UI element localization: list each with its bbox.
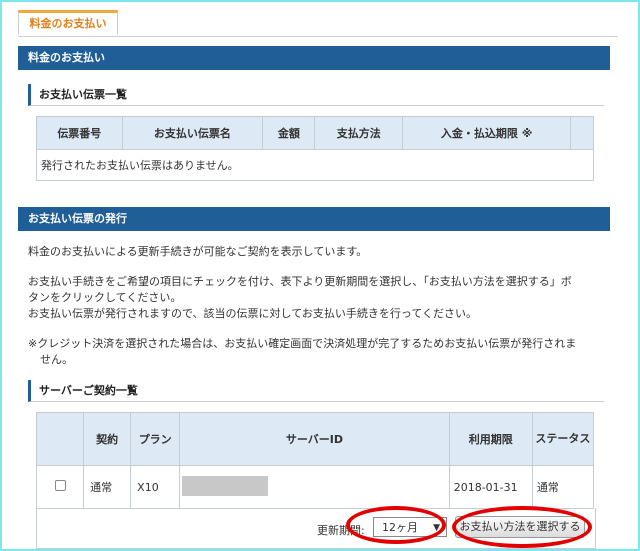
slip-col-amount: 金額 [262, 116, 316, 150]
instruction-line-4: お支払い伝票が発行されますので、該当の伝票に対してお支払い手続きを行ってください… [28, 307, 478, 320]
server-col-check [35, 412, 85, 466]
highlight-ring-period [346, 506, 446, 544]
tab-payment[interactable]: 料金のお支払い [18, 10, 118, 35]
slip-table: 伝票番号 お支払い伝票名 金額 支払方法 入金・払込期限 ※ 発行されたお支払い… [36, 116, 594, 181]
instruction-line-3: タンをクリックしてください。 [28, 291, 182, 304]
server-col-expiry: 利用期限 [448, 412, 533, 466]
server-list-heading: サーバーご契約一覧 [28, 380, 604, 402]
slip-col-blank [570, 116, 594, 150]
credit-note-line-1: ※クレジット決済を選択された場合は、お支払い確定画面で決済処理が完了するためお支… [28, 337, 577, 350]
table-row: 通常 X10 2018-01-31 通常 [35, 465, 595, 509]
highlight-ring-button [452, 506, 592, 548]
slip-col-name: お支払い伝票名 [121, 116, 264, 150]
row-contract: 通常 [83, 465, 132, 509]
page-frame: 料金のお支払い 料金のお支払い お支払い伝票一覧 伝票番号 お支払い伝票名 金額… [0, 0, 640, 551]
slip-col-number: 伝票番号 [36, 116, 123, 150]
row-server-id-cell [179, 465, 450, 509]
row-checkbox-cell [35, 465, 85, 509]
row-status: 通常 [531, 465, 595, 509]
instruction-line-2: お支払い手続きをご希望の項目にチェックを付け、表下より更新期間を選択し、「お支払… [28, 275, 572, 288]
section-payment-header: 料金のお支払い [18, 46, 610, 70]
credit-note-line-2: せん。 [40, 353, 73, 366]
server-id-redacted [182, 475, 269, 496]
slip-empty-message: 発行されたお支払い伝票はありません。 [36, 149, 594, 181]
server-col-id: サーバーID [179, 412, 450, 466]
section-issue-header: お支払い伝票の発行 [18, 207, 610, 231]
slip-list-heading: お支払い伝票一覧 [28, 84, 604, 106]
row-checkbox[interactable] [54, 480, 66, 491]
server-col-status: ステータス [531, 412, 595, 466]
row-expiry: 2018-01-31 [448, 465, 533, 509]
slip-col-method: 支払方法 [314, 116, 404, 150]
slip-col-deadline: 入金・払込期限 ※ [402, 116, 572, 150]
server-col-contract: 契約 [83, 412, 132, 466]
instruction-line-1: 料金のお支払いによる更新手続きが可能なご契約を表示しています。 [28, 245, 368, 258]
server-col-plan: プラン [130, 412, 181, 466]
server-table: 契約 プラン サーバーID 利用期限 ステータス 通常 X10 2018-01-… [35, 412, 595, 509]
row-plan: X10 [130, 465, 181, 509]
tab-bar: 料金のお支払い [18, 8, 618, 37]
